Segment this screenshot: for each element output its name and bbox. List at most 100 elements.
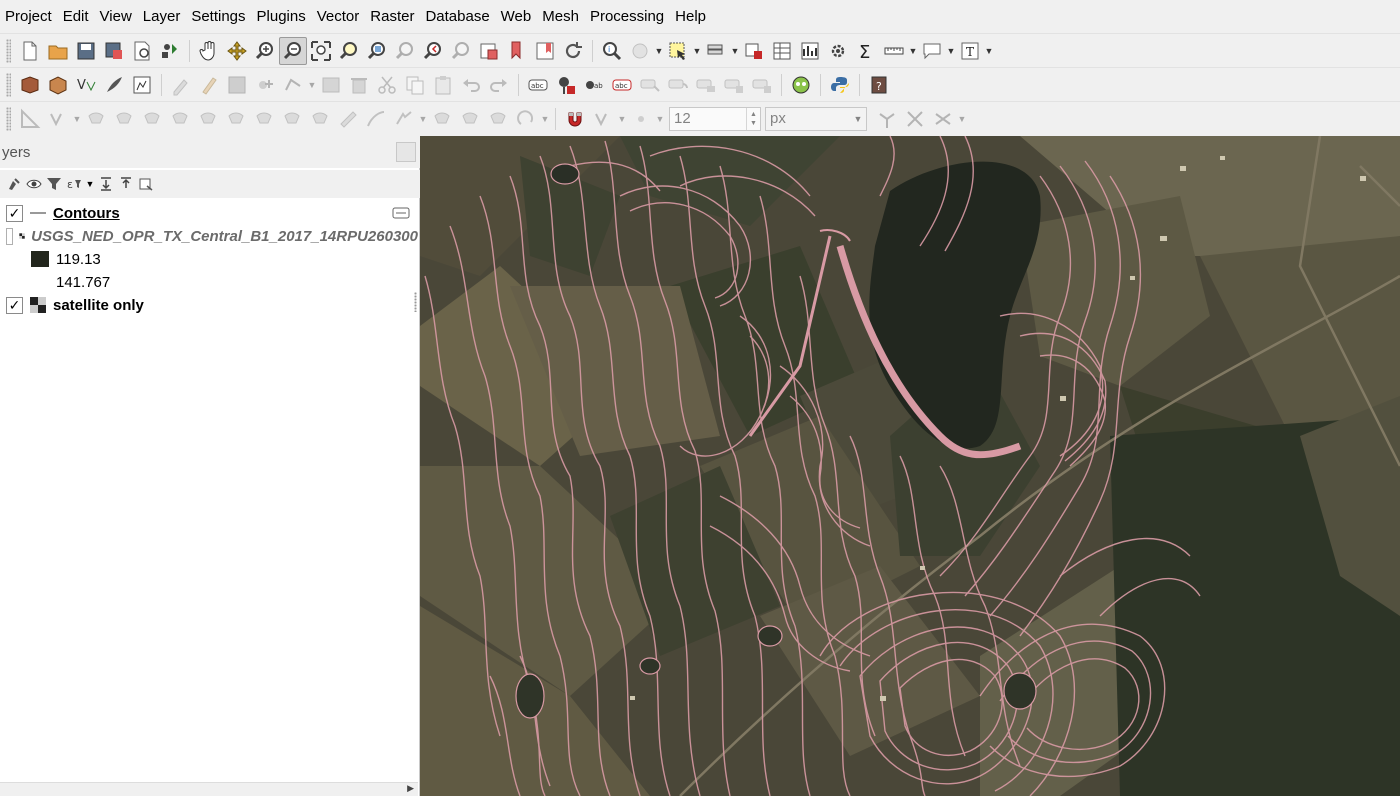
zoom-out-button[interactable] [279, 36, 307, 65]
menu-processing[interactable]: Processing [585, 0, 670, 34]
manage-visibility-button[interactable] [24, 173, 44, 195]
zoom-native-button[interactable] [391, 37, 419, 65]
current-edits-button[interactable] [167, 71, 195, 99]
snapping-type-dropdown-icon[interactable]: ▼ [655, 105, 665, 133]
menu-database[interactable]: Database [420, 0, 495, 34]
move-feature-button[interactable] [82, 105, 110, 133]
toggle-editing-button[interactable] [195, 71, 223, 99]
add-part-button[interactable] [194, 105, 222, 133]
reshape-button[interactable] [306, 105, 334, 133]
layer-row-usgs-dem[interactable]: USGS_NED_OPR_TX_Central_B1_2017_14RPU260… [0, 225, 418, 247]
show-bookmarks-button[interactable] [531, 37, 559, 65]
open-project-button[interactable] [44, 37, 72, 65]
text-annotation-button[interactable]: T [956, 37, 984, 65]
new-geopackage-button[interactable] [44, 71, 72, 99]
split-parts-button[interactable] [390, 105, 418, 133]
zoom-last-button[interactable] [419, 37, 447, 65]
rotate-point-2-button[interactable] [512, 105, 540, 133]
spin-arrows-icon[interactable]: ▲ ▼ [746, 107, 760, 130]
snapping-type-button[interactable] [627, 105, 655, 133]
topological-editing-button[interactable] [873, 105, 901, 133]
new-map-view-button[interactable] [475, 37, 503, 65]
label-pin-button[interactable] [552, 71, 580, 99]
cut-features-button[interactable] [373, 71, 401, 99]
snap-intersection-button[interactable] [901, 105, 929, 133]
snapping-mode-dropdown-icon[interactable]: ▼ [617, 105, 627, 133]
layer-styling-button[interactable] [4, 173, 24, 195]
delete-part-button[interactable] [278, 105, 306, 133]
offset-curve-button[interactable] [334, 105, 362, 133]
snapping-units-select[interactable]: px ▼ [765, 106, 867, 131]
delete-ring-button[interactable] [250, 105, 278, 133]
plugin-button[interactable]: ? [865, 71, 893, 99]
python-console-button[interactable] [826, 71, 854, 99]
label-rotate-button[interactable] [664, 71, 692, 99]
snapping-mode-button[interactable] [589, 105, 617, 133]
edit-layer-button[interactable] [128, 71, 156, 99]
text-annotation-dropdown-icon[interactable]: ▼ [984, 37, 994, 65]
add-point-button[interactable] [251, 71, 279, 99]
identify-button[interactable]: i [598, 37, 626, 65]
measure-button[interactable] [880, 37, 908, 65]
zoom-to-selection-button[interactable] [335, 37, 363, 65]
pan-to-selection-button[interactable] [223, 37, 251, 65]
self-snapping-button[interactable] [929, 105, 957, 133]
measure-dropdown-icon[interactable]: ▼ [908, 37, 918, 65]
data-source-manager-button[interactable] [16, 71, 44, 99]
digitize-angle-button[interactable] [16, 105, 44, 133]
menu-raster[interactable]: Raster [365, 0, 420, 34]
zoom-full-button[interactable] [307, 37, 335, 65]
panel-float-button[interactable] [396, 142, 416, 162]
new-shapefile-button[interactable]: V [72, 71, 100, 99]
layer-row-satellite[interactable]: ✓ satellite only [0, 294, 418, 316]
digitize-pen-button[interactable] [100, 71, 128, 99]
annotation-dropdown-icon[interactable]: ▼ [946, 37, 956, 65]
expand-all-button[interactable] [96, 173, 116, 195]
zoom-in-button[interactable] [251, 37, 279, 65]
filter-expression-button[interactable]: ε [64, 173, 84, 195]
menu-view[interactable]: View [95, 0, 138, 34]
new-project-button[interactable] [16, 37, 44, 65]
rotate-dropdown-icon[interactable]: ▼ [540, 105, 550, 133]
vertex-add-button[interactable] [44, 105, 72, 133]
attribute-table-button[interactable] [740, 37, 768, 65]
statistics-button[interactable] [796, 37, 824, 65]
split-features-button[interactable] [362, 105, 390, 133]
menu-mesh[interactable]: Mesh [537, 0, 585, 34]
menu-settings[interactable]: Settings [186, 0, 251, 34]
collapse-all-button[interactable] [116, 173, 136, 195]
annotation-button[interactable] [918, 37, 946, 65]
paste-features-button[interactable] [429, 71, 457, 99]
vertex-tool-button[interactable] [279, 71, 307, 99]
zoom-next-button[interactable] [447, 37, 475, 65]
chevron-right-icon[interactable]: ▶ [407, 783, 414, 794]
label-change-button[interactable] [692, 71, 720, 99]
layer-visibility-checkbox[interactable]: ✓ [6, 296, 23, 314]
label-show-hide-button[interactable]: abc [608, 71, 636, 99]
action-dropdown-icon[interactable]: ▼ [654, 37, 664, 65]
toolbox-button[interactable] [824, 37, 852, 65]
save-project-button[interactable] [72, 37, 100, 65]
layer-row-contours[interactable]: ✓ Contours [0, 202, 418, 224]
field-calculator-button[interactable] [768, 37, 796, 65]
merge-attributes-button[interactable] [456, 105, 484, 133]
save-as-button[interactable] [100, 37, 128, 65]
self-snapping-dropdown-icon[interactable]: ▼ [957, 105, 967, 133]
toolbar-grip[interactable] [6, 72, 11, 97]
rotate-feature-button[interactable] [110, 105, 138, 133]
fill-ring-button[interactable] [222, 105, 250, 133]
modify-attributes-button[interactable] [317, 71, 345, 99]
simplify-button[interactable] [138, 105, 166, 133]
deselect-dropdown-icon[interactable]: ▼ [730, 37, 740, 65]
select-dropdown-icon[interactable]: ▼ [692, 37, 702, 65]
vertex-add-dropdown-icon[interactable]: ▼ [72, 105, 82, 133]
toolbar-grip[interactable] [6, 38, 11, 63]
copy-features-button[interactable] [401, 71, 429, 99]
label-other-button[interactable] [720, 71, 748, 99]
label-extra-button[interactable] [748, 71, 776, 99]
pan-button[interactable] [195, 37, 223, 65]
menu-plugins[interactable]: Plugins [252, 0, 312, 34]
menu-project[interactable]: Project [0, 0, 58, 34]
snapping-tolerance-spinbox[interactable]: 12 ▲ ▼ [669, 106, 761, 131]
zoom-to-layer-button[interactable] [363, 37, 391, 65]
